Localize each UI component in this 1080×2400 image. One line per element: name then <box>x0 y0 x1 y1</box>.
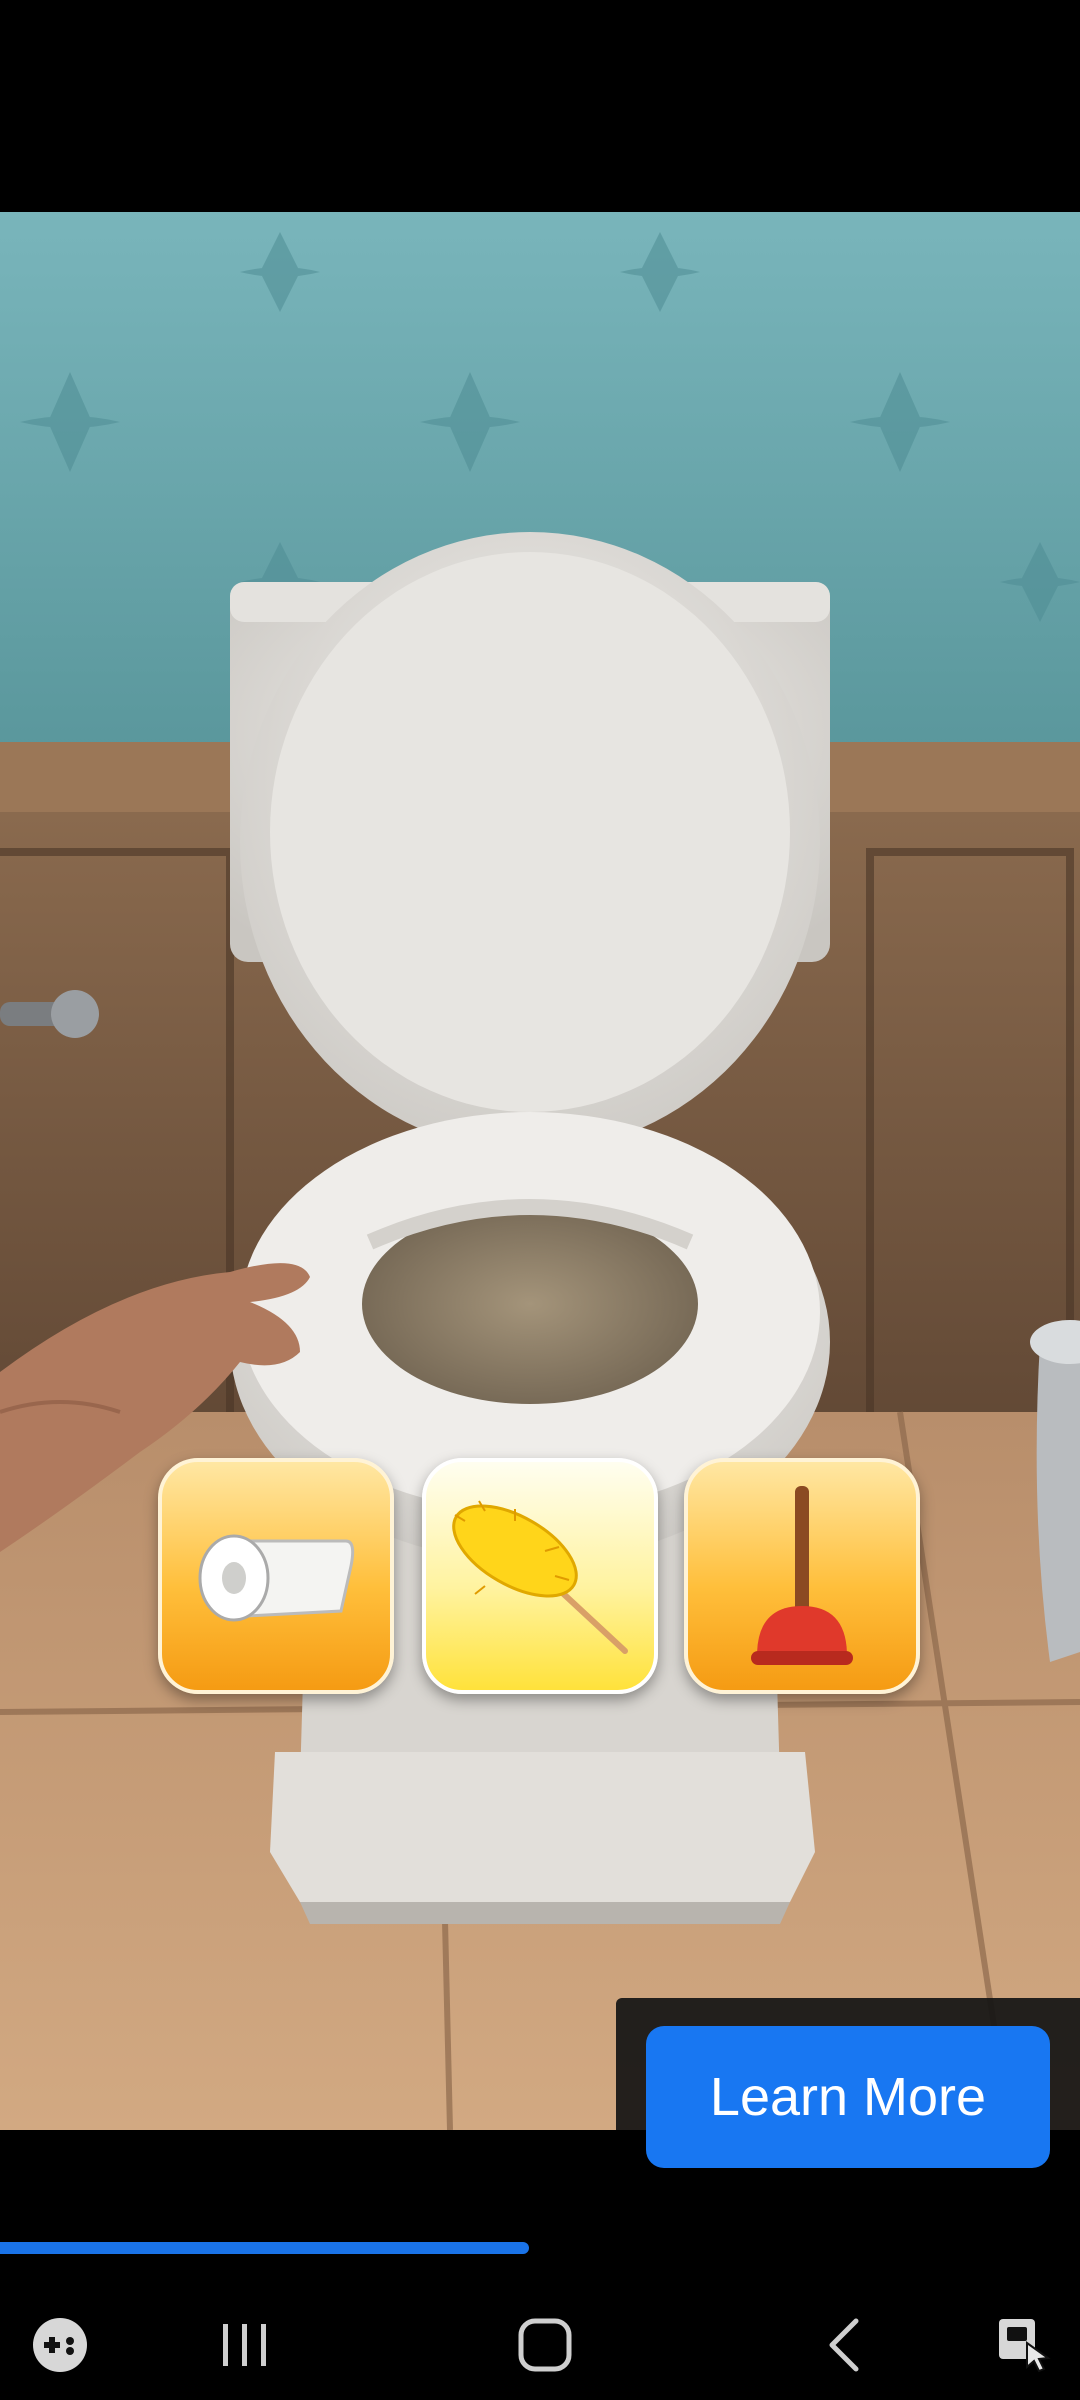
ad-progress-track <box>0 2242 1080 2254</box>
home-icon <box>518 2318 572 2372</box>
toilet-seat[interactable] <box>240 1112 820 1512</box>
home-button[interactable] <box>495 2290 595 2400</box>
learn-more-button[interactable]: Learn More <box>646 2026 1050 2168</box>
game-launcher-button[interactable] <box>20 2290 100 2400</box>
plunger-button[interactable] <box>684 1458 920 1694</box>
toilet-lid[interactable] <box>240 532 820 1152</box>
feather-duster-button[interactable] <box>422 1458 658 1694</box>
recent-apps-button[interactable] <box>200 2290 290 2400</box>
feather-duster-icon <box>452 1500 628 1654</box>
screenshot-assist-icon <box>999 2319 1051 2373</box>
back-button[interactable] <box>800 2290 890 2400</box>
screenshot-assist-button[interactable] <box>980 2290 1070 2400</box>
recent-apps-icon <box>223 2324 266 2366</box>
game-scene[interactable] <box>0 212 1080 2130</box>
ad-progress-fill <box>0 2242 530 2254</box>
toilet-paper-icon <box>198 1534 355 1622</box>
toilet-paper-button[interactable] <box>158 1458 394 1694</box>
system-navigation-bar <box>0 2290 1080 2400</box>
back-icon <box>829 2318 859 2372</box>
plunger-icon <box>751 1486 853 1665</box>
game-launcher-icon <box>33 2318 87 2372</box>
